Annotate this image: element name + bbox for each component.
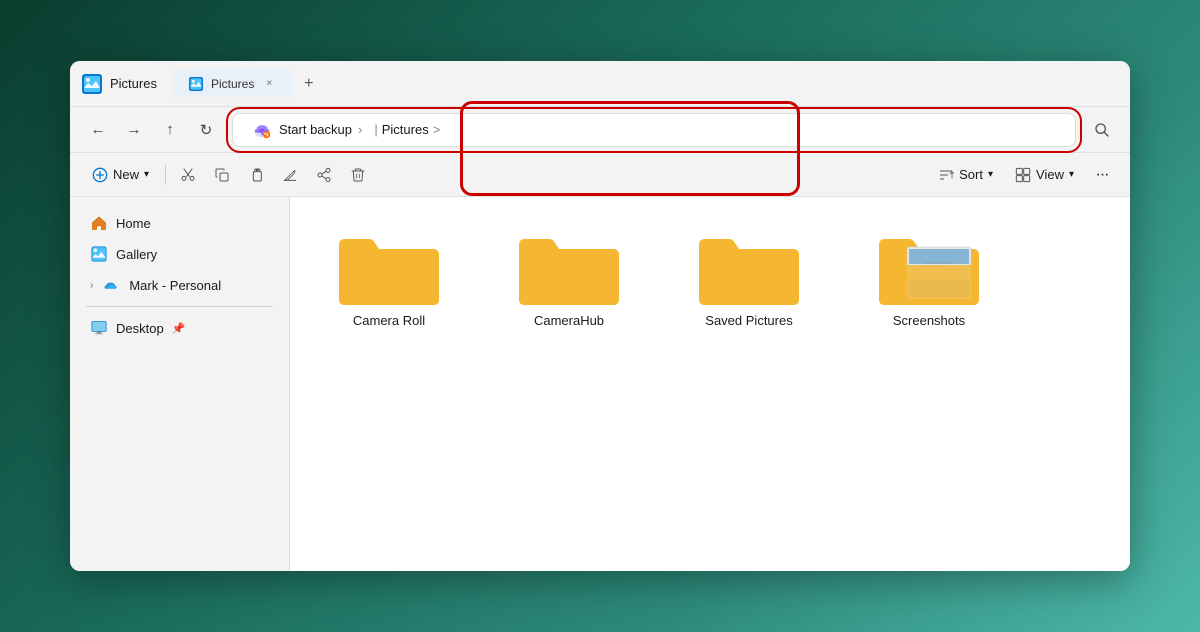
folder-label-camera-roll: Camera Roll (353, 313, 425, 328)
search-button[interactable] (1086, 114, 1118, 146)
title-bar: Pictures Pictures × + (70, 61, 1130, 107)
command-separator-1 (165, 165, 166, 185)
folder-camerahub[interactable]: CameraHub (494, 217, 644, 336)
copy-icon (214, 167, 230, 183)
sidebar-item-onedrive[interactable]: › Mark - Personal (74, 270, 285, 300)
forward-button[interactable]: → (118, 114, 150, 146)
cut-button[interactable] (172, 159, 204, 191)
new-label: New (113, 167, 139, 182)
folder-icon-saved-pictures (699, 225, 799, 305)
files-grid: Camera Roll CameraHub Saved (314, 217, 1106, 336)
sort-icon (938, 167, 954, 183)
tab-icon (189, 77, 203, 91)
backup-cloud-icon (251, 119, 273, 141)
more-icon: ··· (1096, 166, 1109, 184)
tab-close-button[interactable]: × (262, 76, 276, 91)
start-backup-button[interactable]: Start backup › (243, 115, 370, 145)
rename-button[interactable] (274, 159, 306, 191)
share-button[interactable] (308, 159, 340, 191)
address-bar[interactable]: Start backup › | Pictures > (232, 113, 1076, 147)
folder-camera-roll[interactable]: Camera Roll (314, 217, 464, 336)
window-title: Pictures (110, 76, 157, 91)
sidebar-gallery-label: Gallery (116, 247, 157, 262)
new-icon (92, 167, 108, 183)
pin-icon: 📌 (172, 322, 186, 335)
pictures-app-icon (82, 74, 102, 94)
folder-icon-camera-roll (339, 225, 439, 305)
delete-button[interactable] (342, 159, 374, 191)
up-button[interactable]: ↑ (154, 114, 186, 146)
file-area: Camera Roll CameraHub Saved (290, 197, 1130, 571)
back-button[interactable]: ← (82, 114, 114, 146)
sidebar: Home Gallery › (70, 197, 290, 571)
paste-button[interactable] (240, 159, 272, 191)
backup-arrow: › (358, 122, 362, 137)
sort-dropdown-arrow: ▾ (988, 169, 993, 180)
folder-saved-pictures[interactable]: Saved Pictures (674, 217, 824, 336)
paste-icon (248, 167, 264, 183)
view-button[interactable]: View ▾ (1005, 159, 1084, 191)
sidebar-home-label: Home (116, 216, 151, 231)
tab-area: Pictures × + (173, 70, 320, 97)
share-icon (316, 167, 332, 183)
expand-arrow-icon: › (90, 280, 93, 291)
folder-label-saved-pictures: Saved Pictures (705, 313, 792, 328)
active-tab[interactable]: Pictures × (173, 70, 292, 97)
new-button[interactable]: New ▾ (82, 159, 159, 191)
view-dropdown-arrow: ▾ (1069, 169, 1074, 180)
sidebar-desktop-label: Desktop (116, 321, 164, 336)
desktop-icon (90, 319, 108, 337)
copy-button[interactable] (206, 159, 238, 191)
file-explorer-window: Pictures Pictures × + ← → ↑ ↻ (70, 61, 1130, 571)
new-dropdown-arrow: ▾ (144, 169, 149, 180)
onedrive-icon (103, 276, 121, 294)
more-options-button[interactable]: ··· (1086, 159, 1118, 191)
gallery-icon (90, 245, 108, 263)
backup-label: Start backup (279, 122, 352, 137)
main-content: Home Gallery › (70, 197, 1130, 571)
view-icon (1015, 167, 1031, 183)
rename-icon (282, 167, 298, 183)
folder-label-screenshots: Screenshots (893, 313, 965, 328)
title-bar-left: Pictures (82, 74, 157, 94)
breadcrumb-pictures[interactable]: Pictures (382, 122, 429, 137)
tab-label: Pictures (211, 77, 254, 91)
refresh-button[interactable]: ↻ (190, 114, 222, 146)
toolbar: ← → ↑ ↻ Start backup › (70, 107, 1130, 153)
sort-button[interactable]: Sort ▾ (928, 159, 1003, 191)
sidebar-item-desktop[interactable]: Desktop 📌 (74, 313, 285, 343)
sidebar-item-gallery[interactable]: Gallery (74, 239, 285, 269)
sidebar-onedrive-label: Mark - Personal (129, 278, 221, 293)
path-separator-2: > (433, 122, 441, 137)
folder-icon-camerahub (519, 225, 619, 305)
command-bar: New ▾ (70, 153, 1130, 197)
folder-screenshots[interactable]: Screenshots (854, 217, 1004, 336)
search-icon (1094, 122, 1110, 138)
path-separator-1: | (374, 122, 377, 137)
new-tab-button[interactable]: + (298, 73, 319, 95)
delete-icon (350, 167, 366, 183)
sidebar-divider (86, 306, 273, 307)
sidebar-item-home[interactable]: Home (74, 208, 285, 238)
cut-icon (180, 167, 196, 183)
sort-label: Sort (959, 167, 983, 182)
folder-icon-screenshots (879, 225, 979, 305)
home-icon (90, 214, 108, 232)
view-label: View (1036, 167, 1064, 182)
folder-label-camerahub: CameraHub (534, 313, 604, 328)
